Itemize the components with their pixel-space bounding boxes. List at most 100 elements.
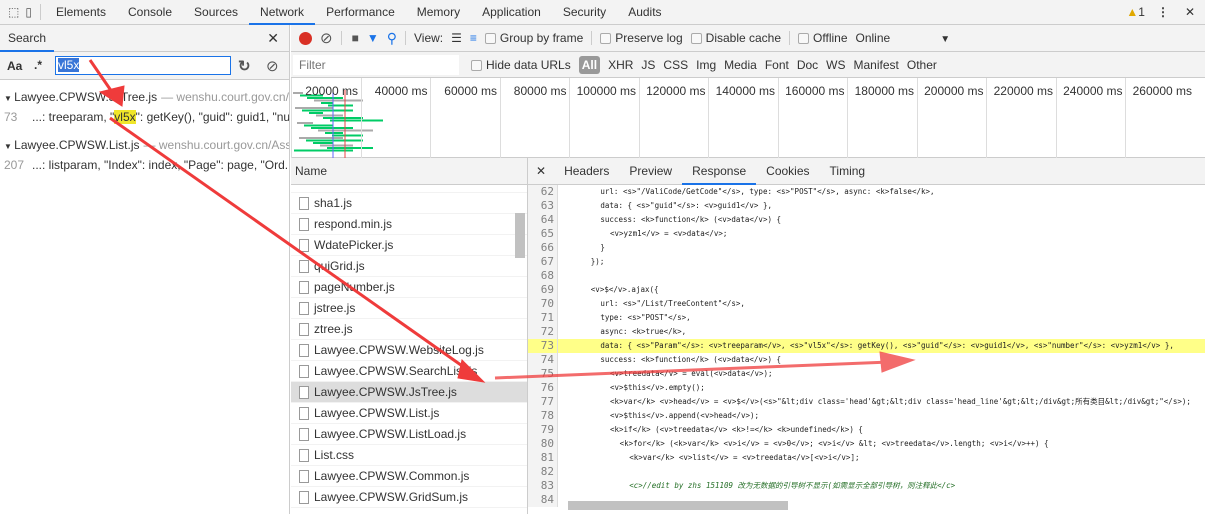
disable-cache-checkbox[interactable]: Disable cache bbox=[690, 31, 781, 45]
filter-type-doc[interactable]: Doc bbox=[797, 58, 818, 72]
filter-type-manifest[interactable]: Manifest bbox=[854, 58, 899, 72]
request-row[interactable]: WdatePicker.js bbox=[291, 235, 527, 256]
detail-tab-preview[interactable]: Preview bbox=[619, 158, 682, 185]
timeline-tick: 60000 ms bbox=[430, 78, 500, 158]
tab-memory[interactable]: Memory bbox=[406, 0, 471, 25]
group-by-frame-checkbox[interactable]: Group by frame bbox=[484, 31, 583, 45]
code-line: 71 type: <s>"POST"</s>, bbox=[528, 311, 1205, 325]
filter-type-xhr[interactable]: XHR bbox=[608, 58, 633, 72]
expand-triangle-icon[interactable]: ▼ bbox=[4, 142, 14, 151]
horizontal-scrollbar[interactable] bbox=[568, 501, 788, 510]
code-line: 64 success: <k>function</k> (<v>data</v>)… bbox=[528, 213, 1205, 227]
request-row[interactable]: quiGrid.js bbox=[291, 256, 527, 277]
network-panel: ⊘ ■ ▼ ⚲ View: ☰ ≡ Group by frame Preserv… bbox=[291, 25, 1205, 514]
search-result-group[interactable]: ▼ Lawyee.CPWSW.List.js — wenshu.court.gov… bbox=[0, 138, 289, 172]
capture-screenshots-icon[interactable]: ■ bbox=[340, 31, 359, 45]
filter-row: Hide data URLs All XHR JS CSS Img Media Font Do… bbox=[291, 52, 1205, 78]
filter-input[interactable] bbox=[293, 54, 459, 75]
request-row[interactable]: Lawyee.CPWSW.ListLoad.js bbox=[291, 424, 527, 445]
refresh-icon[interactable]: ↻ bbox=[238, 57, 251, 75]
clear-search-icon[interactable]: ⊘ bbox=[266, 57, 279, 75]
device-toolbar-icon[interactable]: ▯ bbox=[25, 5, 32, 19]
detail-tab-response[interactable]: Response bbox=[682, 158, 757, 185]
tab-security[interactable]: Security bbox=[552, 0, 617, 25]
tab-console[interactable]: Console bbox=[117, 0, 183, 25]
warning-icon[interactable]: ▲ bbox=[1126, 5, 1138, 19]
request-row[interactable]: ztree.js bbox=[291, 319, 527, 340]
request-row[interactable]: Lawyee.CPWSW.Common.js bbox=[291, 466, 527, 487]
search-icon[interactable]: ⚲ bbox=[387, 30, 397, 47]
warning-count[interactable]: 1 bbox=[1138, 5, 1145, 19]
search-panel-title: Search bbox=[0, 25, 55, 52]
file-icon bbox=[299, 323, 309, 337]
timeline-tick: 160000 ms bbox=[777, 78, 848, 158]
waterfall-view-icon[interactable]: ≡ bbox=[470, 31, 477, 45]
throttling-select[interactable]: Online ▼ bbox=[856, 31, 951, 45]
detail-tab-headers[interactable]: Headers bbox=[554, 158, 619, 185]
request-row[interactable]: sha1.js bbox=[291, 193, 527, 214]
tab-audits[interactable]: Audits bbox=[617, 0, 672, 25]
filter-type-media[interactable]: Media bbox=[724, 58, 757, 72]
tab-sources[interactable]: Sources bbox=[183, 0, 249, 25]
match-case-button[interactable]: Aa bbox=[7, 59, 22, 73]
name-column-header[interactable]: Name bbox=[291, 158, 527, 185]
response-viewer[interactable]: 62 url: <s>"/ValiCode/GetCode"</s>, type:… bbox=[528, 185, 1205, 514]
filter-type-img[interactable]: Img bbox=[696, 58, 716, 72]
search-panel: Search ✕ Aa .* vl5x ↻ ⊘ ▼ Lawyee.CPWSW.J… bbox=[0, 25, 290, 514]
tab-elements[interactable]: Elements bbox=[45, 0, 117, 25]
code-line: 67}); bbox=[528, 255, 1205, 269]
code-line: 81 <k>var</k> <v>list</v> = <v>treedata</… bbox=[528, 451, 1205, 465]
filter-type-js[interactable]: JS bbox=[641, 58, 655, 72]
filter-type-font[interactable]: Font bbox=[765, 58, 789, 72]
request-row[interactable]: Lawyee.CPWSW.WebsiteLog.js bbox=[291, 340, 527, 361]
request-row[interactable]: Lawyee.CPWSW.List.js bbox=[291, 403, 527, 424]
search-match-line[interactable]: 73...: treeparam, "vl5x": getKey(), "gui… bbox=[0, 110, 289, 124]
request-row[interactable]: Lawyee.CPWSW.JsTree.js bbox=[291, 382, 527, 403]
tab-application[interactable]: Application bbox=[471, 0, 552, 25]
expand-triangle-icon[interactable]: ▼ bbox=[4, 94, 14, 103]
clear-icon[interactable]: ⊘ bbox=[320, 29, 333, 47]
request-row[interactable]: List.css bbox=[291, 445, 527, 466]
request-row[interactable]: Lawyee.CPWSW.SearchList.js bbox=[291, 361, 527, 382]
file-icon bbox=[299, 218, 309, 232]
search-result-group[interactable]: ▼ Lawyee.CPWSW.JsTree.js — wenshu.court.g… bbox=[0, 90, 289, 124]
more-menu-icon[interactable]: ⋮ bbox=[1157, 5, 1169, 19]
request-row[interactable]: jstree.js bbox=[291, 298, 527, 319]
line-number: 62 bbox=[528, 185, 558, 199]
hide-data-urls-checkbox[interactable]: Hide data URLs bbox=[471, 58, 571, 72]
filter-type-all[interactable]: All bbox=[578, 55, 601, 74]
timeline-overview[interactable]: 20000 ms 40000 ms 60000 ms 80000 ms 100000 m… bbox=[291, 78, 1205, 158]
offline-checkbox[interactable]: Offline bbox=[789, 31, 848, 45]
preserve-log-checkbox[interactable]: Preserve log bbox=[591, 31, 683, 45]
regex-button[interactable]: .* bbox=[34, 58, 42, 72]
close-details-icon[interactable]: ✕ bbox=[528, 164, 554, 178]
filter-icon[interactable]: ▼ bbox=[367, 31, 379, 45]
detail-tab-cookies[interactable]: Cookies bbox=[756, 158, 819, 185]
code-text: <v>$this</v>.append(<v>head</v>); bbox=[610, 411, 760, 420]
close-search-icon[interactable]: ✕ bbox=[267, 30, 279, 47]
line-number: 74 bbox=[528, 353, 558, 367]
close-devtools-icon[interactable]: ✕ bbox=[1185, 5, 1195, 19]
result-origin: — wenshu.court.gov.cn/... bbox=[161, 90, 289, 104]
inspect-element-icon[interactable]: ⬚ bbox=[8, 5, 19, 19]
list-scrollbar[interactable] bbox=[515, 213, 525, 258]
code-line: 74 success: <k>function</k> (<v>data</v>)… bbox=[528, 353, 1205, 367]
filter-type-other[interactable]: Other bbox=[907, 58, 937, 72]
network-toolbar: ⊘ ■ ▼ ⚲ View: ☰ ≡ Group by frame Preserv… bbox=[291, 25, 1205, 52]
tab-network[interactable]: Network bbox=[249, 0, 316, 25]
search-match-line[interactable]: 207...: listparam, "Index": index, "Page… bbox=[0, 158, 289, 172]
large-rows-icon[interactable]: ☰ bbox=[451, 31, 462, 45]
code-line: 69 <v>$</v>.ajax({ bbox=[528, 283, 1205, 297]
filter-type-ws[interactable]: WS bbox=[826, 58, 845, 72]
record-button[interactable] bbox=[299, 31, 312, 45]
request-row[interactable]: pageNumber.js bbox=[291, 277, 527, 298]
filter-type-css[interactable]: CSS bbox=[663, 58, 688, 72]
line-number: 73 bbox=[528, 339, 558, 353]
detail-tab-timing[interactable]: Timing bbox=[820, 158, 876, 185]
code-text: data: { <s>"Param"</s>: <v>treeparam</v>… bbox=[600, 341, 1174, 350]
search-input[interactable]: vl5x bbox=[55, 56, 231, 75]
tab-performance[interactable]: Performance bbox=[315, 0, 406, 25]
request-row[interactable]: respond.min.js bbox=[291, 214, 527, 235]
request-row[interactable]: Lawyee.CPWSW.GridSum.js bbox=[291, 487, 527, 508]
result-origin: — wenshu.court.gov.cn/Ass... bbox=[143, 138, 289, 152]
